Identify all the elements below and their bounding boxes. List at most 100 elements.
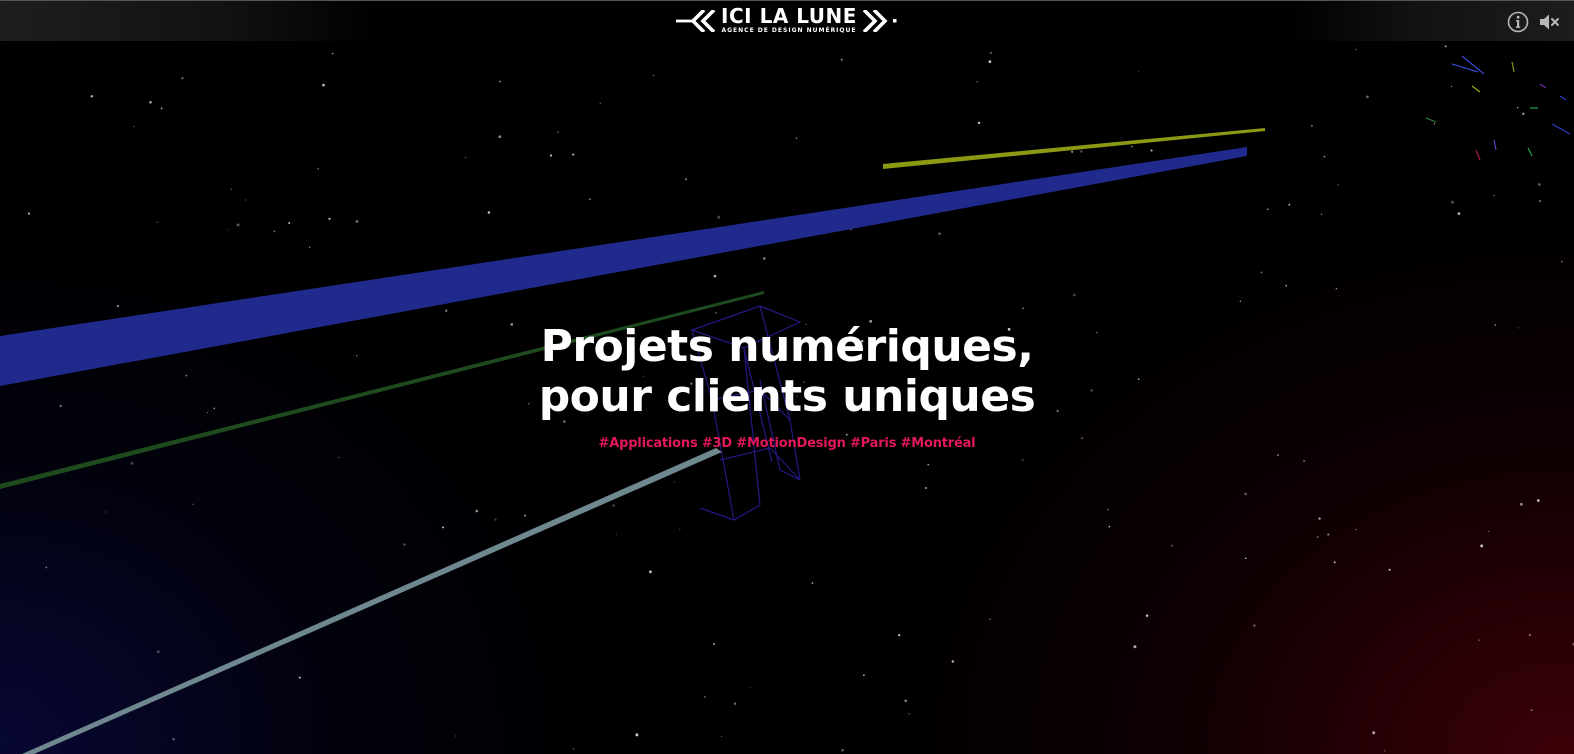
star xyxy=(904,699,908,703)
brand-logo[interactable]: ICI LA LUNE AGENCE DE DESIGN NUMÉRIQUE xyxy=(676,4,900,38)
star xyxy=(1311,125,1313,127)
star xyxy=(713,643,716,646)
star xyxy=(1288,203,1291,206)
star xyxy=(1457,212,1461,215)
star xyxy=(1450,200,1454,204)
star xyxy=(156,650,160,654)
star xyxy=(309,246,311,248)
star xyxy=(557,131,559,133)
star xyxy=(841,748,844,752)
star xyxy=(298,676,301,679)
particle-burst xyxy=(1425,55,1571,161)
star xyxy=(236,223,240,227)
hero-content: Projets numériques, pour clients uniques… xyxy=(487,322,1087,452)
star xyxy=(1494,324,1497,326)
hero-title-line-2: pour clients uniques xyxy=(538,371,1036,422)
star xyxy=(338,456,340,459)
star xyxy=(1316,536,1319,539)
star xyxy=(149,101,152,104)
star xyxy=(1253,624,1256,627)
star xyxy=(172,737,175,741)
star xyxy=(1137,378,1140,381)
star xyxy=(749,687,752,689)
double-chevron-right-icon xyxy=(862,10,897,32)
star xyxy=(1303,459,1306,463)
star xyxy=(715,312,717,314)
hero-title-line-1: Projets numériques, xyxy=(540,321,1034,372)
star xyxy=(703,695,707,698)
star xyxy=(130,461,134,465)
star xyxy=(498,80,501,83)
star xyxy=(1528,633,1531,637)
star xyxy=(1450,85,1453,88)
star xyxy=(1260,271,1263,274)
star xyxy=(1388,568,1391,571)
star xyxy=(1478,639,1481,642)
star xyxy=(951,660,955,663)
star xyxy=(160,107,163,110)
star xyxy=(572,153,575,156)
star xyxy=(898,633,901,637)
star xyxy=(464,156,467,159)
star xyxy=(1072,293,1076,297)
star xyxy=(1096,331,1098,334)
star xyxy=(1444,45,1447,48)
top-bar: ICI LA LUNE AGENCE DE DESIGN NUMÉRIQUE xyxy=(0,0,1574,41)
star xyxy=(1355,529,1357,531)
star xyxy=(1266,208,1269,211)
star xyxy=(927,464,929,466)
star xyxy=(795,137,798,139)
star xyxy=(487,211,491,214)
star xyxy=(1538,199,1542,203)
star xyxy=(1108,525,1111,528)
star xyxy=(27,212,31,215)
star xyxy=(549,154,553,157)
brand-name: ICI LA LUNE xyxy=(721,4,857,28)
grey-light-beam xyxy=(22,448,722,754)
star xyxy=(317,167,320,170)
star xyxy=(288,222,291,224)
speaker-muted-icon[interactable] xyxy=(1538,11,1560,33)
star xyxy=(104,511,106,513)
star xyxy=(673,481,675,483)
star xyxy=(938,232,941,235)
star xyxy=(1323,155,1326,158)
star xyxy=(615,533,617,536)
star xyxy=(1277,454,1279,456)
star xyxy=(588,198,591,201)
star xyxy=(356,355,358,357)
star xyxy=(328,217,331,220)
star xyxy=(116,304,120,308)
star xyxy=(1521,112,1525,116)
star xyxy=(976,80,979,83)
star xyxy=(678,528,681,531)
star xyxy=(455,735,457,737)
star xyxy=(1285,284,1288,287)
star xyxy=(90,95,93,98)
star xyxy=(1021,459,1024,462)
double-chevron-left-icon xyxy=(676,10,716,32)
star xyxy=(1480,544,1484,548)
star xyxy=(192,503,194,505)
star xyxy=(1517,327,1519,329)
star xyxy=(206,412,208,414)
info-icon[interactable] xyxy=(1507,11,1529,33)
star xyxy=(498,135,502,139)
star xyxy=(1372,731,1376,735)
star xyxy=(1170,544,1173,547)
star xyxy=(403,543,406,546)
star xyxy=(1022,307,1024,310)
star xyxy=(181,77,184,80)
hero-title: Projets numériques, pour clients uniques xyxy=(487,322,1087,422)
star xyxy=(1516,106,1519,109)
star xyxy=(635,733,639,737)
star xyxy=(1355,48,1357,51)
star xyxy=(733,702,737,705)
star xyxy=(1530,709,1533,711)
star xyxy=(1320,213,1323,216)
star xyxy=(494,518,497,521)
star xyxy=(908,712,911,715)
star xyxy=(1366,95,1369,99)
star xyxy=(1318,517,1321,520)
star xyxy=(1138,71,1140,73)
